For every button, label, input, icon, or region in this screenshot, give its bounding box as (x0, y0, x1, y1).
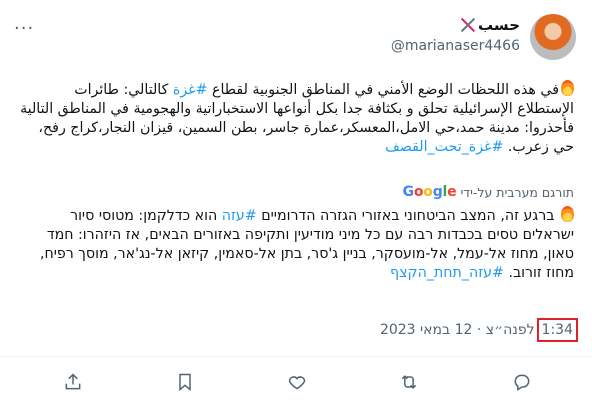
author-names[interactable]: حسب @marianaser4466 (391, 16, 520, 54)
hashtag-link[interactable]: #غزة_تحت_القصف (385, 139, 503, 155)
tweet-text-original: في هذه اللحظات الوضع الأمني في المناطق ا… (20, 80, 574, 155)
hashtag-link[interactable]: #غزة (173, 82, 208, 98)
tweet-timestamp[interactable]: 1:34 לפנה״צ · 12 במאי 2023 (380, 318, 578, 342)
tweet-text-translated: ברגע זה, המצב הביטחוני באזורי הגזרה הדרו… (39, 206, 574, 281)
time-highlight[interactable]: 1:34 (536, 318, 578, 342)
fire-emoji-icon (561, 206, 574, 222)
more-options-icon[interactable]: ··· (14, 18, 34, 39)
crossed-emoji-icon (460, 17, 476, 33)
display-name[interactable]: حسب (391, 16, 520, 34)
hashtag-link[interactable]: #עזה (222, 208, 257, 224)
tweet-header: حسب @marianaser4466 ··· (0, 14, 592, 60)
action-bar (0, 362, 592, 402)
avatar[interactable] (530, 14, 576, 60)
fire-emoji-icon (561, 80, 574, 96)
share-icon[interactable] (61, 370, 85, 394)
user-handle[interactable]: @marianaser4466 (391, 38, 520, 54)
retweet-icon[interactable] (397, 370, 421, 394)
google-logo: Google (402, 184, 457, 200)
date-text[interactable]: לפנה״צ · 12 במאי 2023 (380, 322, 535, 338)
bookmark-icon[interactable] (173, 370, 197, 394)
heart-icon[interactable] (285, 370, 309, 394)
hashtag-link[interactable]: #עזה_תחת_הקצף (390, 265, 504, 281)
translation-attribution[interactable]: תורגם מערבית על-ידי Google (403, 184, 574, 200)
reply-icon[interactable] (510, 370, 534, 394)
divider (0, 356, 592, 357)
tweet-card: حسب @marianaser4466 ··· في هذه اللحظات ا… (0, 0, 592, 409)
